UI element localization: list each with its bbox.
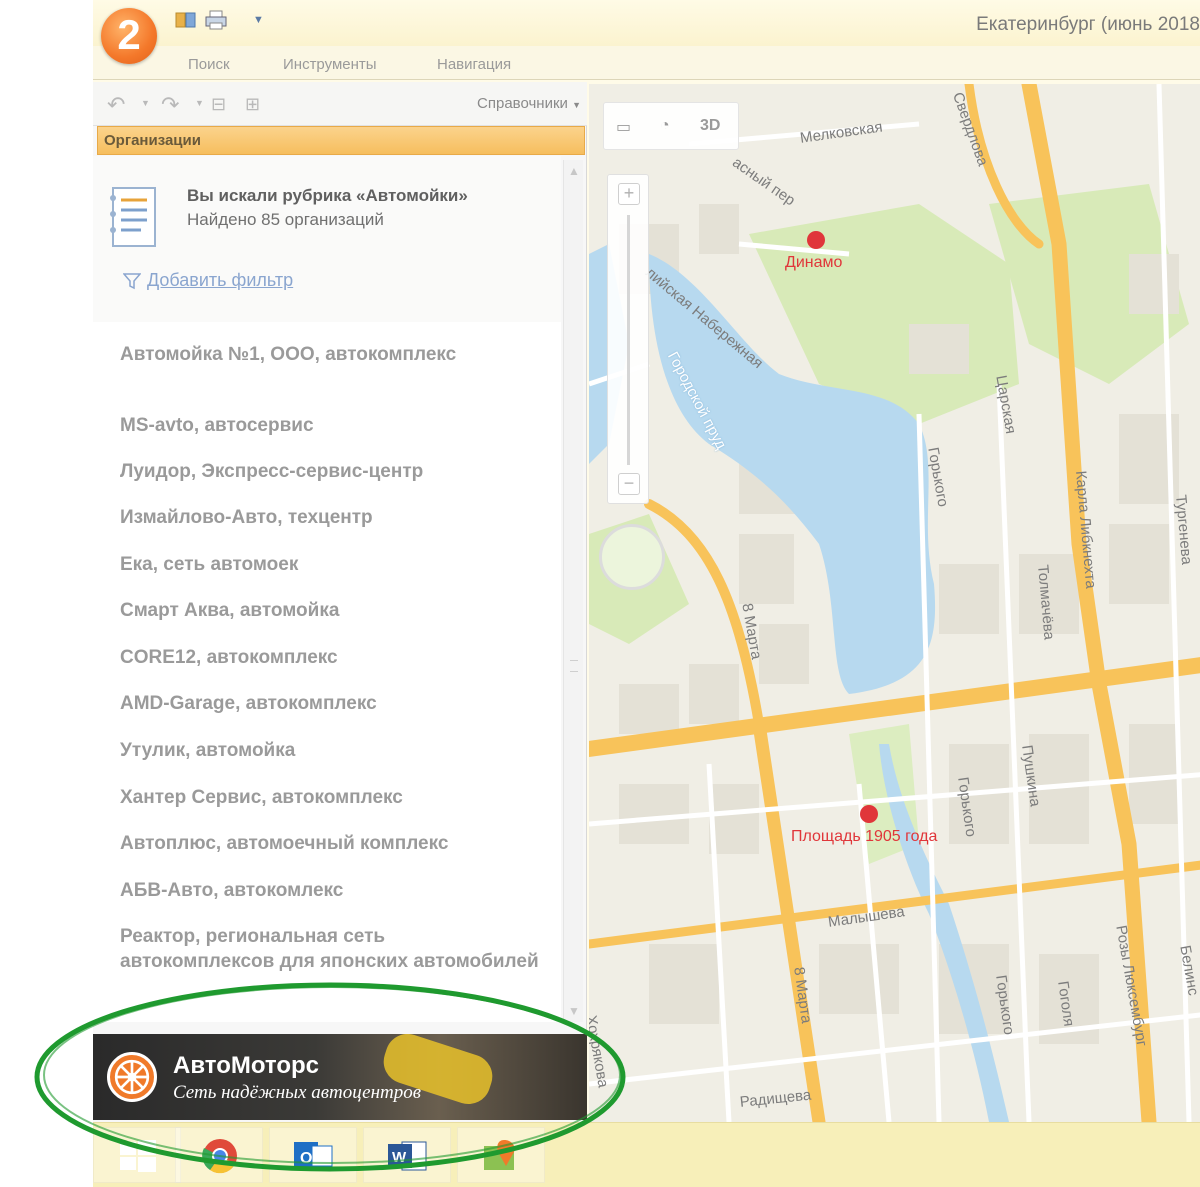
taskbar-2gis[interactable] (457, 1127, 545, 1183)
list-item[interactable]: Утулик, автомойка (120, 738, 540, 763)
back-dropdown-icon[interactable]: ▼ (141, 98, 150, 108)
list-item[interactable]: Автоплюс, автомоечный комплекс (120, 831, 540, 856)
outlook-icon: O (294, 1142, 333, 1170)
map-view[interactable]: Мелковская асный пер Свердлова лийская Н… (589, 84, 1200, 1122)
organizations-panel: ↶ ▼ ↷ ▼ ⊟ ⊞ Справочники ▼ Организации Вы… (93, 82, 587, 1122)
measure-icon[interactable]: ◔ (660, 117, 670, 135)
list-item[interactable]: Реактор, региональная сеть автокомплексо… (120, 924, 540, 974)
tab-tools[interactable]: Инструменты (283, 56, 377, 73)
qat-dropdown-icon[interactable]: ▼ (253, 14, 264, 26)
print-icon[interactable] (205, 10, 227, 30)
wheel-icon (107, 1052, 157, 1102)
title-bar: ▼ Екатеринбург (июнь 2018 (93, 0, 1200, 46)
forward-arrow-icon[interactable]: ↷ (161, 92, 179, 118)
directories-label: Справочники (477, 95, 568, 112)
map-view-controls: ▭ ◔ 3D (603, 102, 739, 150)
2gis-icon (484, 1140, 515, 1170)
word-icon: W (388, 1141, 427, 1171)
taskbar-start[interactable] (93, 1127, 181, 1183)
panel-toolbar: ↶ ▼ ↷ ▼ ⊟ ⊞ Справочники ▼ (93, 82, 587, 126)
filter-icon (123, 272, 141, 289)
add-filter-label: Добавить фильтр (147, 270, 294, 290)
list-item[interactable]: Смарт Аква, автомойка (120, 598, 540, 623)
app-logo[interactable]: 2 (101, 8, 157, 64)
metro-label-ploshchad: Площадь 1905 года (791, 828, 938, 845)
scroll-up-icon[interactable]: ▲ (568, 164, 580, 178)
app-window: ▼ Екатеринбург (июнь 2018 2 Поиск Инстру… (93, 0, 1200, 1187)
taskbar-word[interactable]: W (363, 1127, 451, 1183)
list-item[interactable]: Ека, сеть автомоек (120, 552, 540, 577)
back-arrow-icon[interactable]: ↶ (107, 92, 125, 118)
results-list: Автомойка №1, ООО, автокомплекс MS-avto,… (93, 322, 561, 1022)
list-item[interactable]: MS-avto, автосервис (120, 413, 540, 438)
advertisement-banner[interactable]: АвтоМоторс Сеть надёжных автоцентров (93, 1034, 587, 1120)
zoom-out-button[interactable]: − (618, 473, 640, 495)
svg-text:W: W (392, 1149, 407, 1166)
directories-dropdown[interactable]: Справочники ▼ (477, 95, 581, 112)
metro-marker-dinamo[interactable] (807, 231, 825, 249)
view-3d-button[interactable]: 3D (700, 117, 720, 135)
svg-text:O: O (300, 1150, 312, 1167)
layout-icon[interactable] (175, 10, 197, 30)
zoom-slider[interactable] (627, 215, 630, 465)
search-query-title: Вы искали рубрика «Автомойки» (187, 186, 468, 205)
list-item[interactable]: АБВ-Авто, автокомлекс (120, 878, 540, 903)
ad-subtitle: Сеть надёжных автоцентров (173, 1082, 421, 1103)
tab-search[interactable]: Поиск (188, 56, 230, 73)
tab-navigation[interactable]: Навигация (437, 56, 511, 73)
ribbon-tabs: Поиск Инструменты Навигация (93, 46, 1200, 80)
document-list-icon (110, 187, 156, 247)
zoom-control: + − (607, 174, 649, 504)
metro-label-dinamo: Динамо (785, 254, 843, 271)
compass-icon[interactable] (599, 524, 665, 590)
windows-icon (120, 1140, 156, 1172)
list-item[interactable]: Хантер Сервис, автокомплекс (120, 785, 540, 810)
ad-title: АвтоМоторс (173, 1052, 320, 1079)
results-scrollbar[interactable]: ▲ ▼ (563, 160, 583, 1022)
directories-caret-icon: ▼ (572, 100, 581, 110)
metro-marker-ploshchad[interactable] (860, 805, 878, 823)
scroll-grip[interactable] (570, 660, 578, 672)
list-item[interactable]: CORE12, автокомплекс (120, 645, 540, 670)
chrome-icon (202, 1139, 237, 1174)
forward-dropdown-icon[interactable]: ▼ (195, 98, 204, 108)
taskbar-chrome[interactable] (175, 1127, 263, 1183)
quick-access-toolbar: ▼ (175, 10, 264, 30)
results-count: Найдено 85 организаций (187, 210, 384, 229)
list-item[interactable]: Луидор, Экспресс-сервис-центр (120, 459, 540, 484)
section-title: Организации (97, 126, 585, 155)
export-icon[interactable]: ⊞ (245, 94, 260, 115)
taskbar-outlook[interactable]: O (269, 1127, 357, 1183)
list-item[interactable]: Измайлово-Авто, техцентр (120, 505, 540, 530)
print-list-icon[interactable]: ⊟ (211, 94, 226, 115)
map-canvas[interactable] (589, 84, 1200, 1122)
window-title: Екатеринбург (июнь 2018 (976, 14, 1200, 35)
list-item[interactable]: AMD-Garage, автокомплекс (120, 691, 540, 716)
zoom-in-button[interactable]: + (618, 183, 640, 205)
taskbar: O W (93, 1122, 1200, 1187)
add-filter-link[interactable]: Добавить фильтр (123, 270, 293, 291)
search-summary: Вы искали рубрика «Автомойки» Найдено 85… (93, 156, 561, 322)
list-item[interactable]: Автомойка №1, ООО, автокомплекс (120, 342, 540, 367)
ruler-icon[interactable]: ▭ (616, 117, 631, 137)
scroll-down-icon[interactable]: ▼ (568, 1004, 580, 1018)
